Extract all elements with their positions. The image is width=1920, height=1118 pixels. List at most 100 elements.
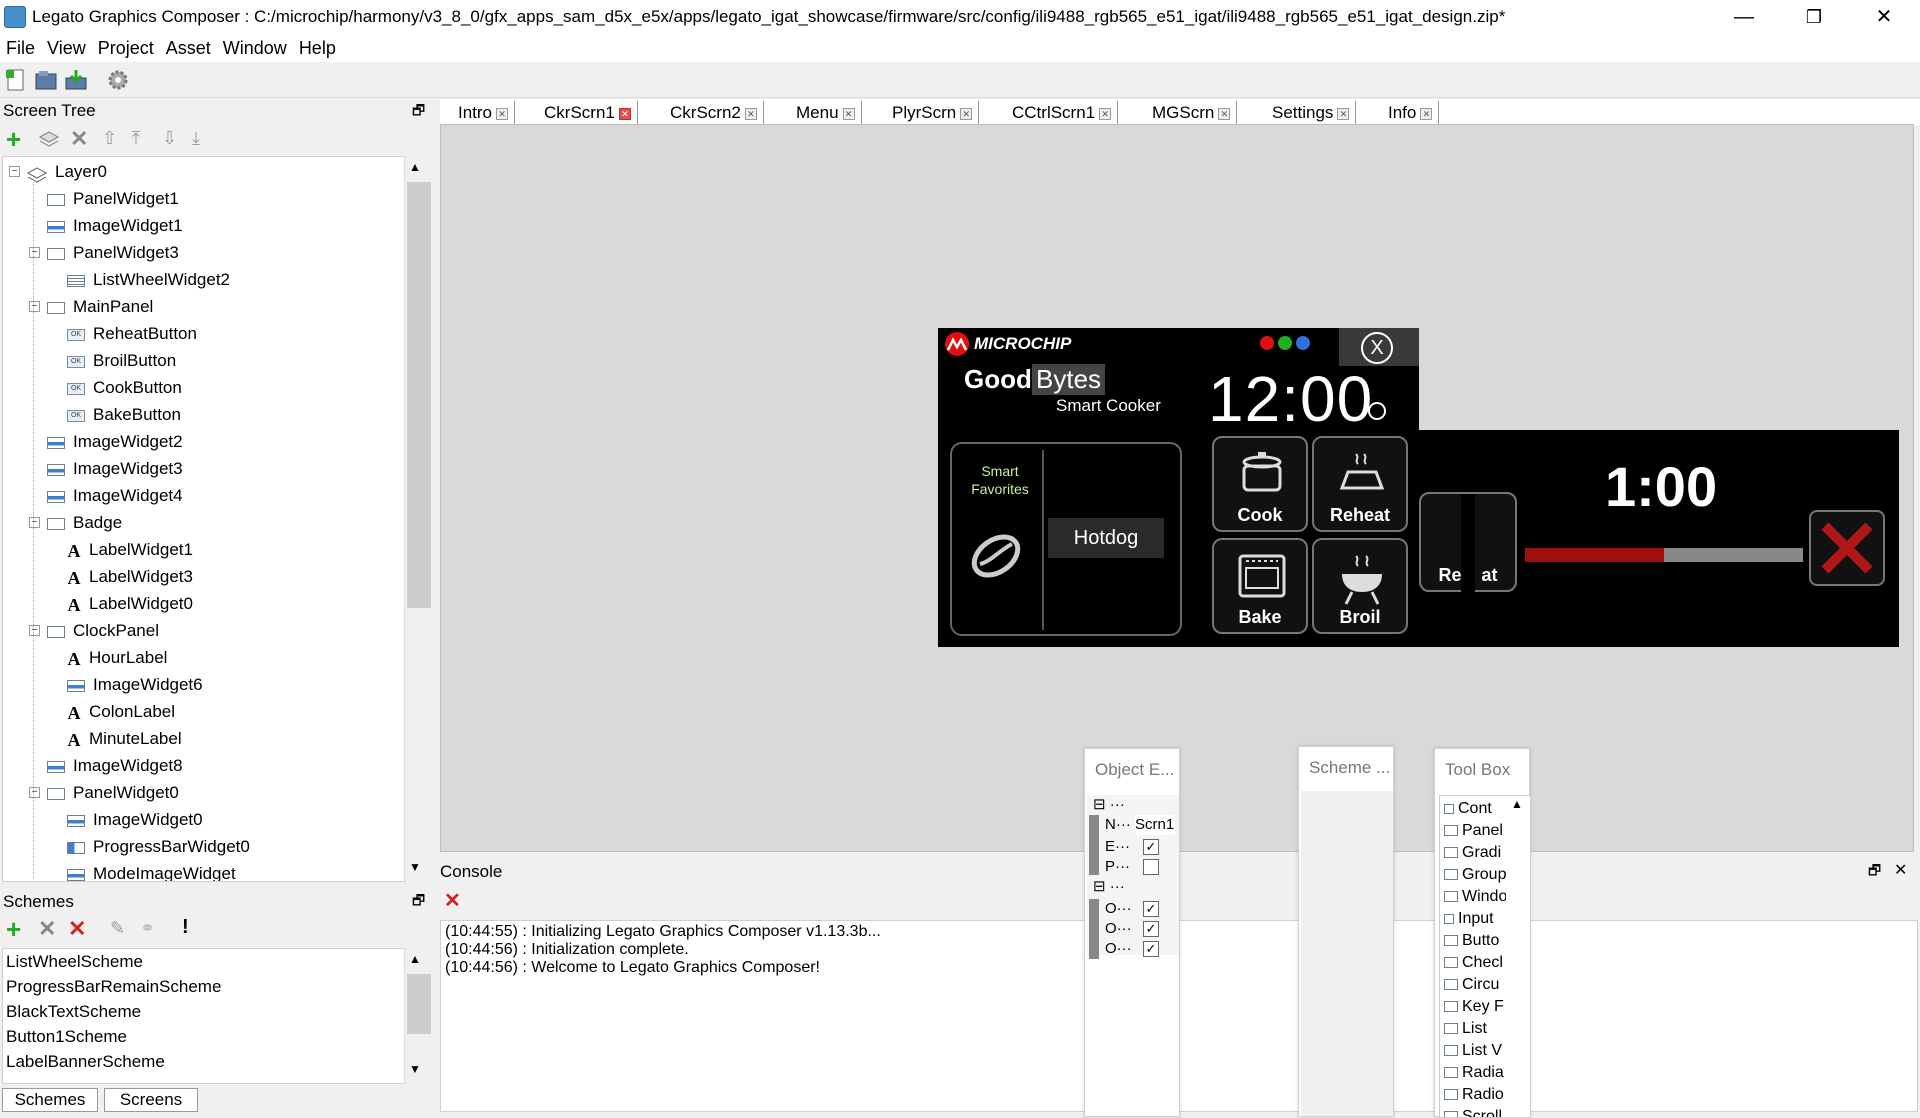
add-widget-icon[interactable]: +: [6, 124, 21, 155]
object-editor-window[interactable]: Object E... ⊟ ··· N··· Scrn1 E··· ✓ P···…: [1084, 748, 1180, 1117]
toolbox-item[interactable]: Circu: [1444, 974, 1506, 996]
move-up-icon[interactable]: ⇧: [102, 128, 117, 149]
list-item[interactable]: LabelBannerScheme: [3, 1049, 405, 1074]
tree-node[interactable]: Layer0: [26, 159, 107, 185]
warning-icon[interactable]: !: [182, 916, 189, 939]
device-close-button[interactable]: X: [1339, 328, 1419, 366]
move-top-icon[interactable]: ⤒: [132, 128, 140, 149]
tree-node[interactable]: A LabelWidget1: [67, 537, 193, 563]
property-enabled-checkbox[interactable]: ✓: [1143, 839, 1159, 855]
tree-expander-icon[interactable]: −: [29, 625, 40, 636]
menu-view[interactable]: View: [41, 34, 92, 59]
toolbox-window[interactable]: Tool Box Cont Panel Gradi Group Windo Input Bu…: [1434, 748, 1531, 1118]
tree-node[interactable]: MainPanel: [47, 294, 153, 320]
tree-node[interactable]: ImageWidget1: [47, 213, 183, 239]
tree-node[interactable]: OK BroilButton: [67, 348, 176, 374]
tab-mgscrn[interactable]: MGScrn ✕: [1146, 101, 1238, 125]
add-layer-icon[interactable]: [38, 130, 60, 148]
property-p-checkbox[interactable]: [1143, 859, 1159, 875]
tree-node[interactable]: OK ReheatButton: [67, 321, 197, 347]
property-group-header-2[interactable]: ⊟ ···: [1093, 877, 1125, 897]
tab-intro[interactable]: Intro ✕: [452, 101, 516, 125]
property-o2-checkbox[interactable]: ✓: [1143, 921, 1159, 937]
scheme-editor-window[interactable]: Scheme ...: [1298, 746, 1394, 1117]
reheat-button[interactable]: Reheat: [1312, 436, 1408, 532]
tree-node[interactable]: A ColonLabel: [67, 699, 176, 725]
tab-close-icon[interactable]: ✕: [618, 107, 631, 120]
tab-close-icon[interactable]: ✕: [960, 107, 973, 120]
tree-node[interactable]: Badge: [47, 510, 122, 536]
tree-node[interactable]: A HourLabel: [67, 645, 168, 671]
property-name-value[interactable]: Scrn1: [1135, 815, 1175, 835]
list-item[interactable]: BlackTextScheme: [3, 999, 405, 1024]
toolbox-item[interactable]: Checl: [1444, 952, 1506, 974]
tab-screens[interactable]: Screens: [104, 1088, 198, 1112]
schemes-scrollbar[interactable]: ▲ ▼: [404, 950, 432, 1082]
tree-node[interactable]: A LabelWidget0: [67, 591, 193, 617]
clear-console-icon[interactable]: ✕: [444, 888, 461, 913]
menu-project[interactable]: Project: [92, 34, 160, 59]
toolbox-item[interactable]: Gradi: [1444, 842, 1506, 864]
tree-expander-icon[interactable]: −: [9, 166, 20, 177]
toolbox-item[interactable]: Windo: [1444, 886, 1506, 908]
tree-node[interactable]: ImageWidget0: [67, 807, 203, 833]
toolbox-item[interactable]: List V: [1444, 1040, 1506, 1062]
toolbox-item[interactable]: Butto: [1444, 930, 1506, 952]
tree-node[interactable]: ImageWidget3: [47, 456, 183, 482]
tree-node[interactable]: ImageWidget8: [47, 753, 183, 779]
toolbox-group-header[interactable]: Input: [1444, 908, 1506, 930]
scroll-up-arrow-icon[interactable]: ▲: [409, 160, 421, 174]
tree-expander-icon[interactable]: −: [29, 787, 40, 798]
scrollbar-thumb[interactable]: [407, 974, 431, 1034]
tree-expander-icon[interactable]: −: [29, 301, 40, 312]
toolbox-item[interactable]: Radio: [1444, 1084, 1506, 1106]
tab-plyrscrn[interactable]: PlyrScrn ✕: [886, 101, 980, 125]
tab-ckrscrn1[interactable]: CkrScrn1 ✕: [538, 101, 638, 125]
tree-node[interactable]: OK CookButton: [67, 375, 182, 401]
tree-node[interactable]: ImageWidget6: [67, 672, 203, 698]
add-scheme-icon[interactable]: +: [6, 914, 21, 945]
property-group-header[interactable]: ⊟ ···: [1093, 795, 1125, 815]
tab-cctrlscrn1[interactable]: CCtrlScrn1 ✕: [1006, 101, 1119, 125]
tree-node[interactable]: A LabelWidget3: [67, 564, 193, 590]
open-project-icon[interactable]: [34, 68, 58, 92]
settings-gear-icon[interactable]: [106, 68, 130, 92]
restore-button[interactable]: ❐: [1780, 0, 1848, 34]
tab-close-icon[interactable]: ✕: [496, 107, 509, 120]
tab-settings[interactable]: Settings ✕: [1266, 101, 1357, 125]
reheat-partial-button[interactable]: Re at: [1419, 492, 1517, 594]
screen-tree-scrollbar[interactable]: ▲ ▼: [404, 158, 432, 880]
tab-close-icon[interactable]: ✕: [1420, 107, 1433, 120]
toolbox-item[interactable]: Radia: [1444, 1062, 1506, 1084]
tree-expander-icon[interactable]: −: [29, 247, 40, 258]
property-o1-checkbox[interactable]: ✓: [1143, 901, 1159, 917]
list-item[interactable]: ProgressBarRemainScheme: [3, 974, 405, 999]
tree-node[interactable]: PanelWidget3: [47, 240, 179, 266]
scrollbar-thumb[interactable]: [407, 182, 431, 608]
tree-node[interactable]: ClockPanel: [47, 618, 159, 644]
toolbox-item[interactable]: Scroll: [1444, 1106, 1506, 1117]
tab-close-icon[interactable]: ✕: [1218, 107, 1231, 120]
scroll-up-arrow-icon[interactable]: ▲: [409, 952, 421, 966]
favorites-panel[interactable]: Smart Favorites Hotdog: [950, 442, 1182, 636]
tab-info[interactable]: Info ✕: [1382, 101, 1440, 125]
tree-node[interactable]: ListWheelWidget2: [67, 267, 230, 293]
tree-node[interactable]: ImageWidget4: [47, 483, 183, 509]
toolbox-item[interactable]: Group: [1444, 864, 1506, 886]
menu-asset[interactable]: Asset: [160, 34, 217, 59]
toolbox-item[interactable]: Panel: [1444, 820, 1506, 842]
menu-file[interactable]: File: [0, 34, 41, 59]
new-project-icon[interactable]: [4, 68, 28, 92]
close-window-button[interactable]: ✕: [1850, 0, 1918, 34]
scroll-down-arrow-icon[interactable]: ▼: [409, 860, 421, 874]
tab-schemes[interactable]: Schemes: [2, 1088, 98, 1112]
property-o3-checkbox[interactable]: ✓: [1143, 941, 1159, 957]
console-close-icon[interactable]: ✕: [1894, 860, 1907, 880]
cancel-cook-button[interactable]: [1809, 510, 1885, 586]
device-screen-preview[interactable]: MICROCHIP X Good Bytes Smart Cooker 12:0…: [938, 328, 1419, 647]
screen-tree-undock-icon[interactable]: 🗗: [412, 100, 425, 124]
link-scheme-icon[interactable]: ⚭: [140, 918, 155, 939]
tree-node[interactable]: PanelWidget0: [47, 780, 179, 806]
move-down-icon[interactable]: ⇩: [162, 128, 177, 149]
toolbox-item[interactable]: Key F: [1444, 996, 1506, 1018]
